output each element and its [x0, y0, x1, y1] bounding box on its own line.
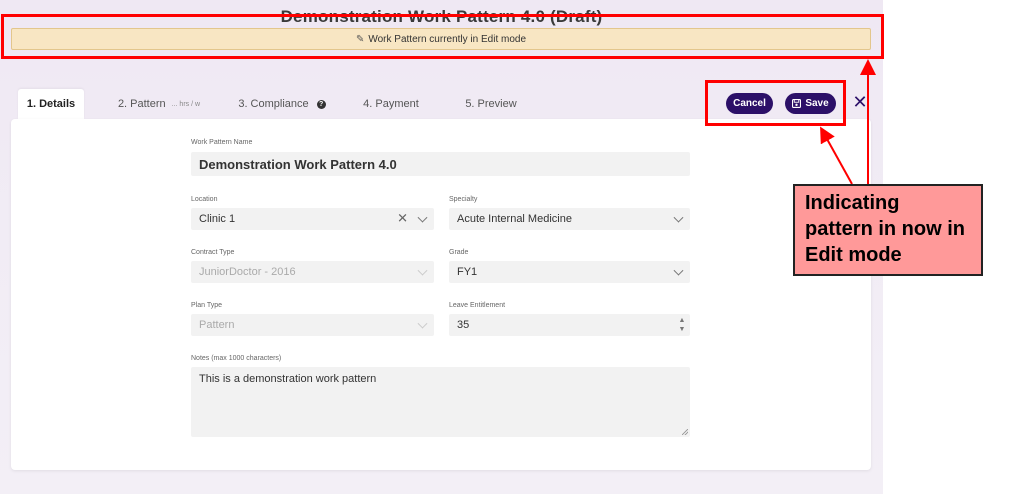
annotation-callout-text: Indicating pattern in now in Edit mode — [805, 192, 965, 266]
arrow-to-buttons — [820, 126, 853, 185]
annotation-callout: Indicating pattern in now in Edit mode — [793, 184, 983, 276]
